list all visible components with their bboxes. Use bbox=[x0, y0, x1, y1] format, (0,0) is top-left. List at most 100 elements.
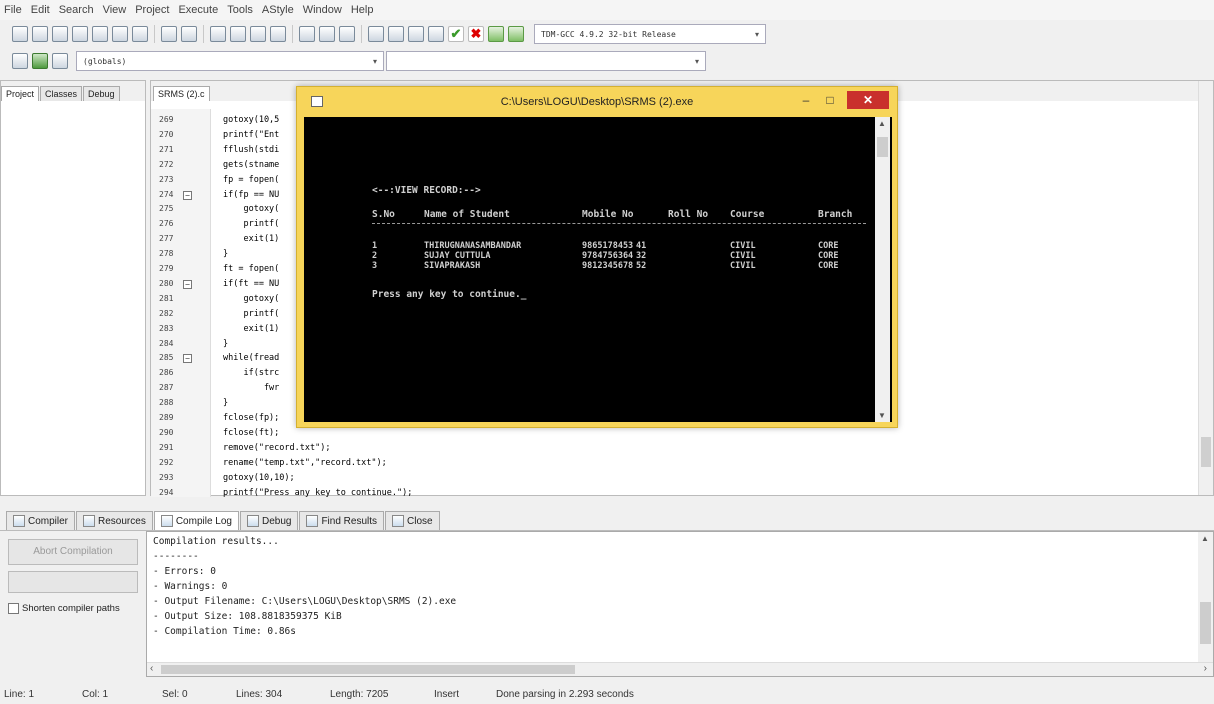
tab-debug[interactable]: Debug bbox=[83, 86, 120, 101]
menu-project[interactable]: Project bbox=[135, 4, 169, 16]
menu-astyle[interactable]: AStyle bbox=[262, 4, 294, 16]
line-number: 291 bbox=[159, 442, 174, 452]
menu-tools[interactable]: Tools bbox=[227, 4, 253, 16]
tab-label: Find Results bbox=[321, 515, 378, 527]
scrollbar-thumb[interactable] bbox=[1201, 437, 1211, 467]
scroll-right-icon[interactable]: › bbox=[1204, 663, 1207, 674]
column-roll: Roll No bbox=[668, 209, 709, 220]
log-line: - Output Filename: C:\Users\LOGU\Desktop… bbox=[153, 596, 457, 607]
scroll-down-icon[interactable]: ▼ bbox=[878, 411, 886, 420]
log-horizontal-scrollbar[interactable]: ‹ › bbox=[147, 662, 1213, 676]
line-number: 282 bbox=[159, 308, 174, 318]
tab-resources[interactable]: Resources bbox=[76, 511, 153, 530]
tab-find-results[interactable]: Find Results bbox=[299, 511, 385, 530]
redo-icon[interactable] bbox=[181, 26, 197, 42]
menu-edit[interactable]: Edit bbox=[31, 4, 50, 16]
chevron-down-icon: ▾ bbox=[694, 56, 699, 66]
stop-icon[interactable]: ✖ bbox=[468, 26, 484, 42]
menu-search[interactable]: Search bbox=[59, 4, 94, 16]
maximize-icon[interactable]: □ bbox=[819, 91, 841, 109]
insert-icon[interactable] bbox=[12, 53, 28, 69]
undo-icon[interactable] bbox=[161, 26, 177, 42]
minimize-icon[interactable]: – bbox=[795, 91, 817, 109]
new-file-icon[interactable] bbox=[12, 26, 28, 42]
line-number: 270 bbox=[159, 129, 174, 139]
save-all-icon[interactable] bbox=[72, 26, 88, 42]
abort-compilation-button[interactable]: Abort Compilation bbox=[8, 539, 138, 565]
tab-close[interactable]: Close bbox=[385, 511, 440, 530]
run-icon[interactable] bbox=[388, 26, 404, 42]
scrollbar-thumb[interactable] bbox=[161, 665, 575, 674]
tab-compile-log[interactable]: Compile Log bbox=[153, 511, 239, 530]
menu-view[interactable]: View bbox=[103, 4, 127, 16]
goto-bookmark-icon[interactable] bbox=[52, 53, 68, 69]
column-sno: S.No bbox=[372, 209, 395, 220]
status-length: Length: 7205 bbox=[330, 689, 389, 700]
status-bar: Line: 1 Col: 1 Sel: 0 Lines: 304 Length:… bbox=[0, 686, 1214, 704]
goto-line-icon[interactable] bbox=[270, 26, 286, 42]
fold-toggle-icon[interactable]: − bbox=[183, 354, 192, 364]
console-window[interactable]: C:\Users\LOGU\Desktop\SRMS (2).exe – □ ✕… bbox=[296, 86, 898, 428]
tab-project[interactable]: Project bbox=[1, 86, 40, 101]
fold-toggle-icon[interactable]: − bbox=[183, 190, 192, 200]
member-select[interactable]: ▾ bbox=[386, 51, 706, 71]
check-syntax-icon[interactable]: ✔ bbox=[448, 26, 464, 42]
line-number: 293 bbox=[159, 472, 174, 482]
shorten-paths-option[interactable]: Shorten compiler paths bbox=[8, 603, 120, 614]
delete-profile-icon[interactable] bbox=[508, 26, 524, 42]
tab-srms-file[interactable]: SRMS (2).c bbox=[153, 86, 210, 101]
code-line: gotoxy(10,5 bbox=[223, 115, 280, 125]
toggle-bookmark-icon[interactable] bbox=[32, 53, 48, 69]
forward-icon[interactable] bbox=[319, 26, 335, 42]
code-line: fwr bbox=[223, 383, 280, 394]
replace-icon[interactable] bbox=[230, 26, 246, 42]
code-line: exit(1) bbox=[223, 234, 280, 245]
compile-icon[interactable] bbox=[368, 26, 384, 42]
menu-execute[interactable]: Execute bbox=[178, 4, 218, 16]
back-icon[interactable] bbox=[299, 26, 315, 42]
menu-window[interactable]: Window bbox=[303, 4, 342, 16]
find-icon[interactable] bbox=[210, 26, 226, 42]
bookmark-icon[interactable] bbox=[339, 26, 355, 42]
scroll-up-icon[interactable]: ▲ bbox=[878, 119, 886, 128]
save-icon[interactable] bbox=[52, 26, 68, 42]
shorten-paths-checkbox[interactable] bbox=[8, 603, 19, 614]
print-icon[interactable] bbox=[132, 26, 148, 42]
menu-file[interactable]: File bbox=[4, 4, 22, 16]
open-file-icon[interactable] bbox=[32, 26, 48, 42]
compiler-select[interactable]: TDM-GCC 4.9.2 32-bit Release ▾ bbox=[534, 24, 766, 44]
menu-help[interactable]: Help bbox=[351, 4, 374, 16]
record-cell: 9812345678 bbox=[582, 261, 634, 271]
close-file-icon[interactable] bbox=[92, 26, 108, 42]
record-cell: 9784756364 bbox=[582, 251, 634, 261]
console-scrollbar[interactable]: ▲ ▼ bbox=[875, 117, 890, 422]
compile-log-output[interactable]: Compilation results... -------- - Errors: … bbox=[146, 531, 1214, 677]
tab-compiler[interactable]: Compiler bbox=[6, 511, 76, 530]
code-line: if(fp == NU bbox=[223, 189, 280, 200]
tab-classes[interactable]: Classes bbox=[40, 86, 83, 101]
line-number: 290 bbox=[159, 427, 174, 437]
toolbar-divider bbox=[203, 25, 204, 43]
close-icon[interactable]: ✕ bbox=[847, 91, 889, 109]
log-scrollbar[interactable]: ▲ bbox=[1198, 532, 1213, 663]
tab-debug[interactable]: Debug bbox=[239, 511, 299, 530]
line-number: 271 bbox=[159, 144, 174, 154]
scroll-up-icon[interactable]: ▲ bbox=[1201, 534, 1209, 543]
scroll-left-icon[interactable]: ‹ bbox=[150, 663, 153, 674]
log-line: - Output Size: 108.8818359375 KiB bbox=[153, 611, 342, 622]
code-line: fclose(ft); bbox=[223, 427, 280, 438]
code-line: if(strc bbox=[223, 368, 280, 379]
scrollbar-thumb[interactable] bbox=[877, 137, 888, 157]
rebuild-icon[interactable] bbox=[428, 26, 444, 42]
fold-toggle-icon[interactable]: − bbox=[183, 279, 192, 289]
toggle-window-icon[interactable] bbox=[250, 26, 266, 42]
code-line: printf("Ent bbox=[223, 129, 280, 140]
compile-run-icon[interactable] bbox=[408, 26, 424, 42]
scrollbar-thumb[interactable] bbox=[1200, 602, 1211, 644]
record-cell: CIVIL bbox=[730, 251, 756, 261]
profile-icon[interactable] bbox=[488, 26, 504, 42]
close-all-icon[interactable] bbox=[112, 26, 128, 42]
left-tabs: Project Classes Debug bbox=[1, 81, 145, 101]
scope-select[interactable]: (globals) ▾ bbox=[76, 51, 384, 71]
editor-scrollbar[interactable] bbox=[1198, 81, 1213, 495]
